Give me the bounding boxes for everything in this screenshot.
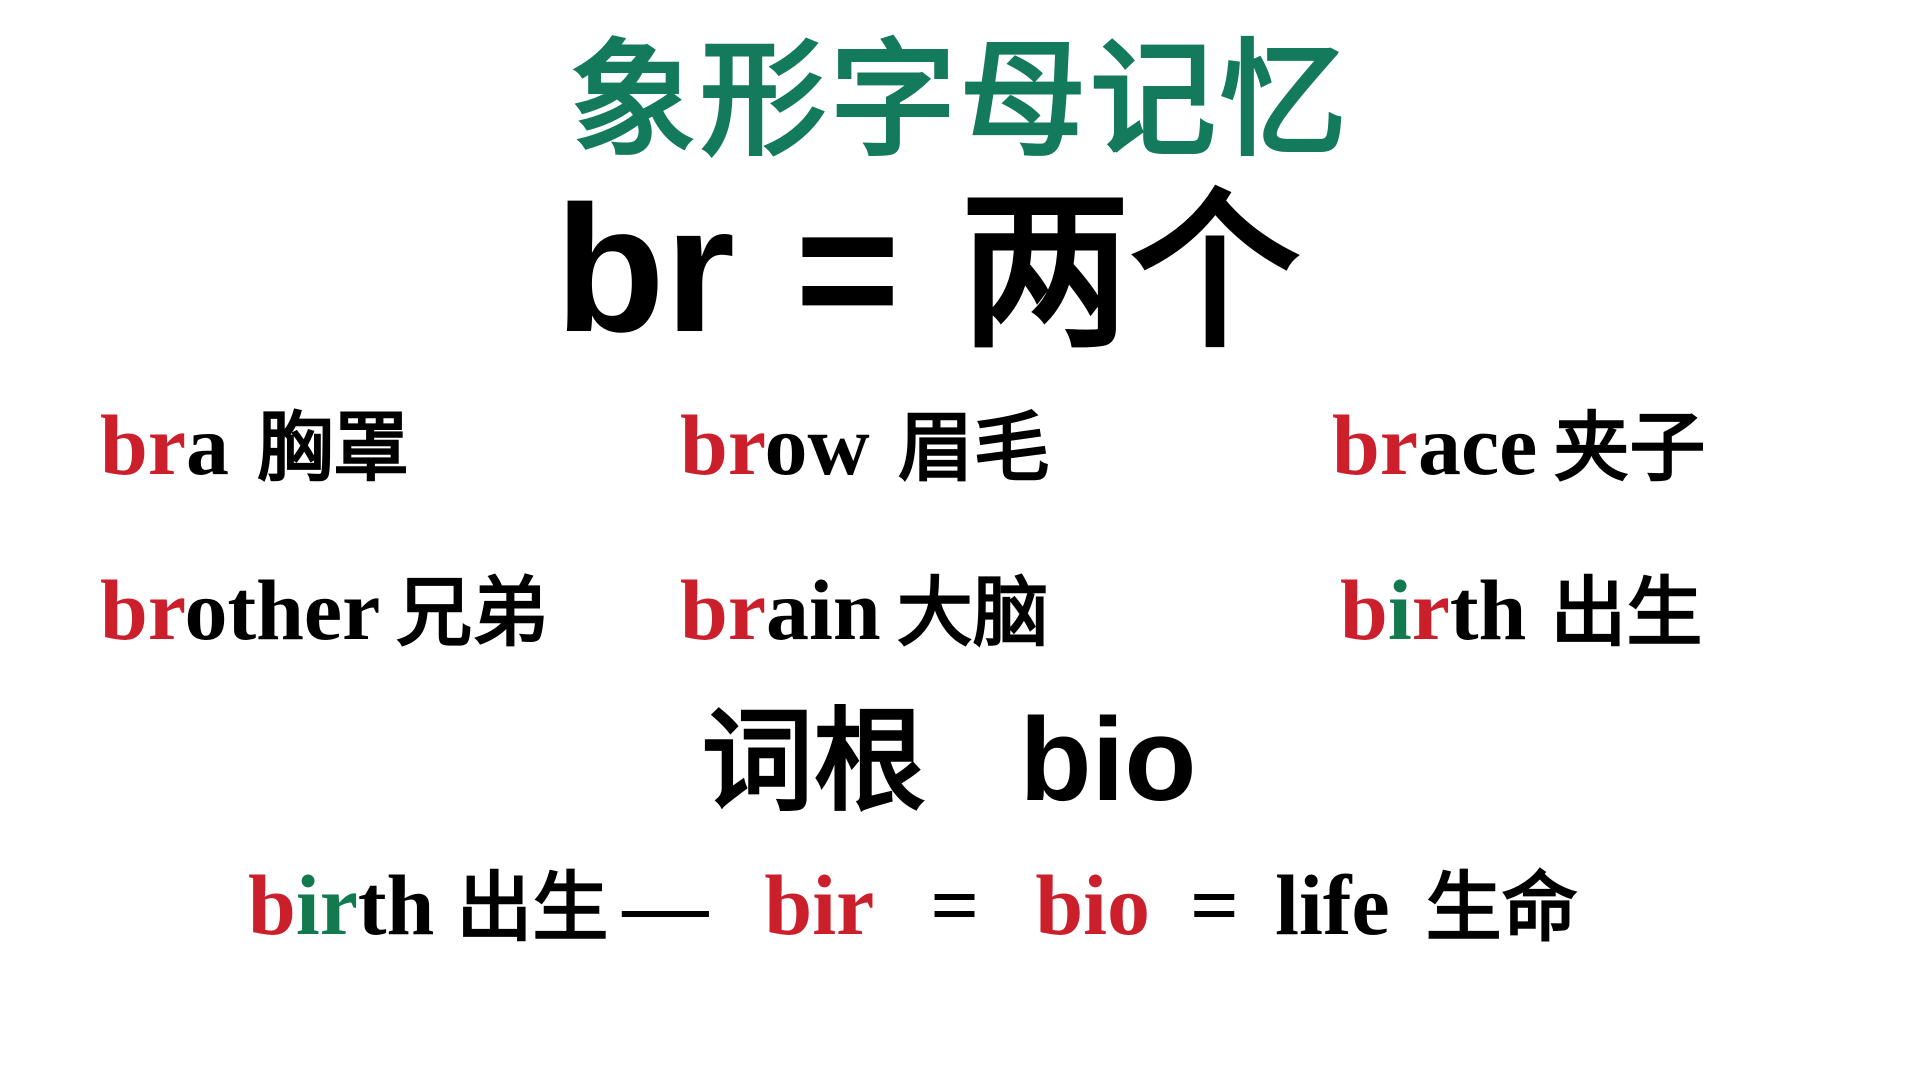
word-brain: brain 大脑 <box>680 555 1049 668</box>
word-rest: th <box>1449 562 1527 658</box>
word-highlight: br <box>1332 397 1418 493</box>
equation-bir: bir <box>764 857 875 953</box>
headline-prefix: br <box>555 169 735 370</box>
equation-word-highlight-green: ir <box>295 857 358 953</box>
slide: 象形字母记忆 br = 两个 bra 胸罩 brow 眉毛 brace 夹子 brothe… <box>0 0 1920 1080</box>
word-birth: birth 出生 <box>1340 555 1702 668</box>
word-meaning: 出生 <box>1550 568 1703 657</box>
equation-word-highlight: b <box>248 857 296 953</box>
headline: br = 两个 <box>555 169 1301 373</box>
word-brow: brow 眉毛 <box>680 390 1050 503</box>
equation-bio: bio <box>1035 857 1151 953</box>
word-highlight: br <box>680 397 765 493</box>
equation-life: life <box>1275 857 1390 953</box>
word-meaning: 兄弟 <box>396 568 549 657</box>
word-highlight: b <box>1340 562 1388 658</box>
equation-dash: — <box>622 857 709 953</box>
word-meaning: 胸罩 <box>257 403 409 492</box>
equation-word-rest: th <box>357 857 435 953</box>
word-rest: ace <box>1418 397 1538 493</box>
slide-title: 象形字母记忆 <box>570 26 1350 174</box>
word-meaning: 夹子 <box>1553 403 1706 492</box>
word-highlight: br <box>100 397 186 493</box>
word-rest: a <box>186 397 229 493</box>
equation-equals-1: = <box>930 857 980 953</box>
equation-line: birth 出生 — bir = bio = life 生命 <box>248 850 1578 963</box>
root-line: 词根 bio <box>0 690 1920 832</box>
root-label: 词根 <box>701 697 926 827</box>
word-meaning: 大脑 <box>896 568 1049 657</box>
word-brother: brother 兄弟 <box>100 555 548 668</box>
word-highlight: r <box>1411 562 1450 658</box>
word-brace: brace 夹子 <box>1332 390 1705 503</box>
headline-meaning: 两个 <box>960 174 1301 372</box>
word-rest: other <box>184 562 381 658</box>
word-highlight: br <box>680 562 766 658</box>
word-highlight: br <box>100 562 185 658</box>
equation-equals-2: = <box>1190 857 1240 953</box>
word-rest: ain <box>766 562 881 658</box>
equation-life-meaning: 生命 <box>1425 863 1578 952</box>
word-highlight-green: i <box>1387 562 1412 658</box>
equation-word-meaning: 出生 <box>456 863 609 952</box>
word-bra: bra 胸罩 <box>100 390 409 503</box>
word-meaning: 眉毛 <box>897 403 1050 492</box>
headline-equals: = <box>795 169 901 370</box>
word-rest: ow <box>764 397 870 493</box>
root-value: bio <box>1019 694 1197 826</box>
